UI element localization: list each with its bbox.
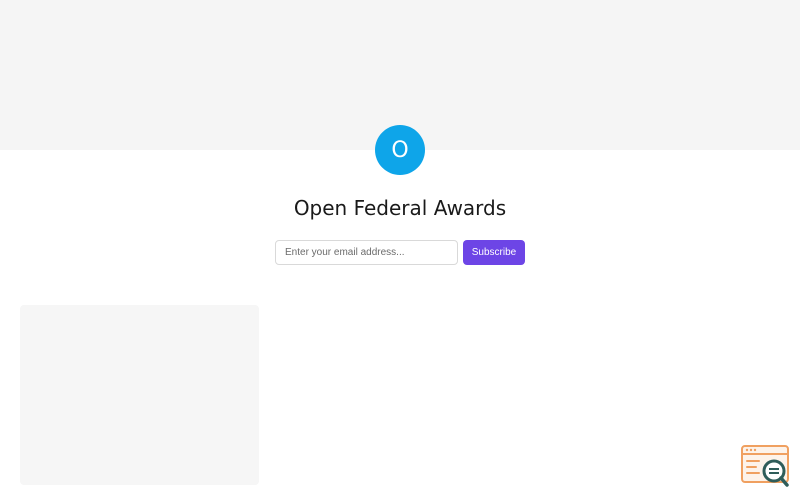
help-widget-button[interactable] (741, 445, 791, 490)
email-field[interactable] (275, 240, 458, 265)
subscribe-form: Subscribe (275, 240, 525, 265)
page-title: Open Federal Awards (293, 196, 507, 220)
avatar: O (375, 125, 425, 175)
subscribe-button[interactable]: Subscribe (463, 240, 525, 265)
page: O Open Federal Awards Subscribe (0, 0, 800, 500)
search-browser-icon (741, 445, 789, 487)
avatar-initial: O (391, 137, 409, 163)
post-card-placeholder[interactable] (20, 305, 259, 485)
